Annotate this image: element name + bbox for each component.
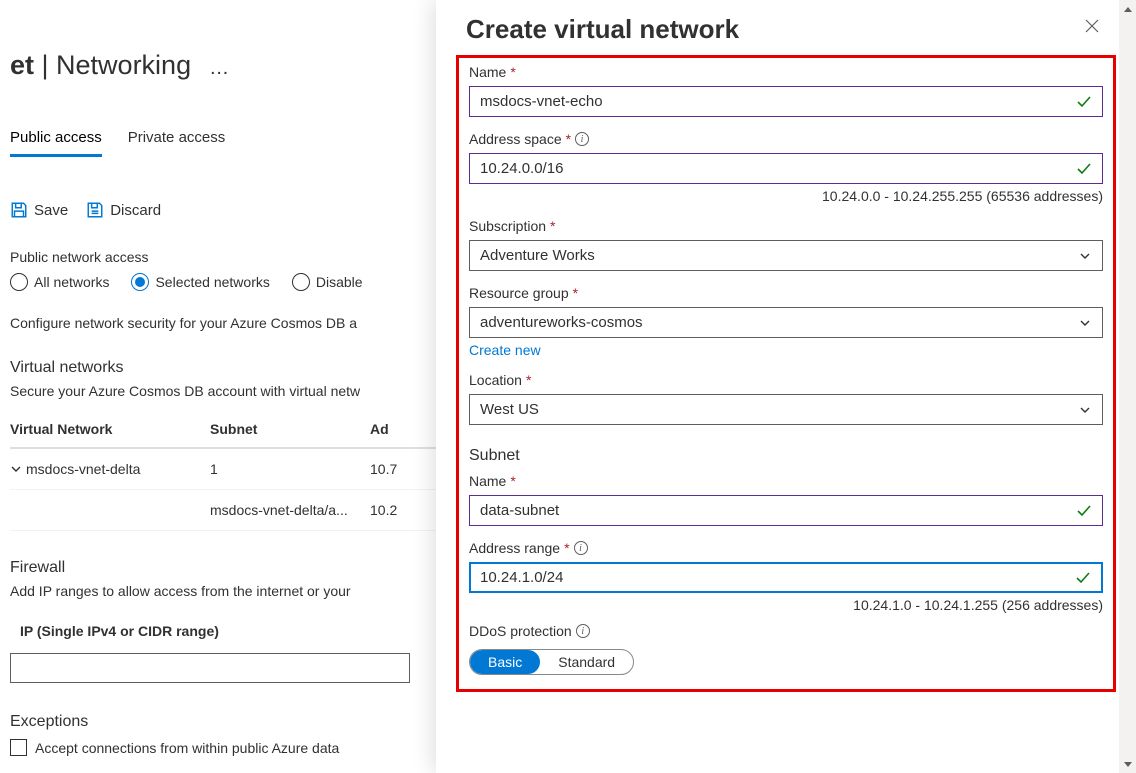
tab-public-access[interactable]: Public access <box>10 129 102 157</box>
discard-button[interactable]: Discard <box>86 201 161 219</box>
subnet-range-value: 10.24.1.0/24 <box>480 569 563 586</box>
checkbox-icon[interactable] <box>10 739 27 756</box>
col-subnet: Subnet <box>210 421 370 437</box>
location-value: West US <box>480 401 539 418</box>
subnet-name-value: data-subnet <box>480 502 559 519</box>
subscription-value: Adventure Works <box>480 247 595 264</box>
more-icon[interactable]: … <box>209 57 231 80</box>
subnet-name-input[interactable]: data-subnet <box>469 495 1103 526</box>
radio-all-networks[interactable]: All networks <box>10 273 109 291</box>
field-name: Name* msdocs-vnet-echo <box>469 64 1103 117</box>
field-ddos: DDoS protection i Basic Standard <box>469 623 1103 675</box>
subscription-select[interactable]: Adventure Works <box>469 240 1103 271</box>
radio-all-label: All networks <box>34 274 109 290</box>
chevron-down-icon <box>1078 317 1092 329</box>
discard-icon <box>86 201 104 219</box>
field-subnet-range: Address range* i 10.24.1.0/24 10.24.1.0 … <box>469 540 1103 613</box>
exception-label: Accept connections from within public Az… <box>35 740 339 756</box>
radio-icon <box>292 273 310 291</box>
address-space-value: 10.24.0.0/16 <box>480 160 563 177</box>
subscription-label: Subscription* <box>469 218 1103 234</box>
ddos-label: DDoS protection i <box>469 623 1103 639</box>
address-space-input[interactable]: 10.24.0.0/16 <box>469 153 1103 184</box>
name-value: msdocs-vnet-echo <box>480 93 603 110</box>
row-subnet: msdocs-vnet-delta/a... <box>210 502 370 518</box>
create-vnet-panel: Create virtual network Name* msdocs-vnet… <box>436 0 1136 773</box>
row-address: 10.2 <box>370 502 430 518</box>
subnet-range-label: Address range* i <box>469 540 1103 556</box>
panel-header: Create virtual network <box>436 0 1136 55</box>
scrollbar[interactable] <box>1119 0 1136 773</box>
row-vnet-name: msdocs-vnet-delta <box>26 461 140 477</box>
subnet-range-hint: 10.24.1.0 - 10.24.1.255 (256 addresses) <box>469 597 1103 613</box>
location-label: Location* <box>469 372 1103 388</box>
subnet-heading: Subnet <box>469 447 1103 465</box>
tab-private-access[interactable]: Private access <box>128 129 226 157</box>
ddos-toggle[interactable]: Basic Standard <box>469 649 634 675</box>
radio-icon-selected <box>131 273 149 291</box>
ddos-basic-option[interactable]: Basic <box>470 650 540 674</box>
save-icon <box>10 201 28 219</box>
check-icon <box>1076 95 1092 109</box>
col-address: Ad <box>370 421 430 437</box>
radio-disabled[interactable]: Disable <box>292 273 363 291</box>
field-subnet-name: Name* data-subnet <box>469 473 1103 526</box>
radio-icon <box>10 273 28 291</box>
save-button[interactable]: Save <box>10 201 68 219</box>
close-icon[interactable] <box>1078 14 1106 38</box>
save-label: Save <box>34 202 68 219</box>
radio-selected-networks[interactable]: Selected networks <box>131 273 269 291</box>
scroll-up-icon[interactable] <box>1119 0 1136 17</box>
subnet-range-input[interactable]: 10.24.1.0/24 <box>469 562 1103 593</box>
row-address: 10.7 <box>370 461 430 477</box>
ip-range-input[interactable] <box>10 653 410 683</box>
field-resource-group: Resource group* adventureworks-cosmos Cr… <box>469 285 1103 358</box>
address-space-label: Address space* i <box>469 131 1103 147</box>
address-space-hint: 10.24.0.0 - 10.24.255.255 (65536 address… <box>469 188 1103 204</box>
subnet-name-label: Name* <box>469 473 1103 489</box>
panel-title: Create virtual network <box>466 14 739 45</box>
name-label: Name* <box>469 64 1103 80</box>
resource-group-value: adventureworks-cosmos <box>480 314 643 331</box>
col-virtual-network: Virtual Network <box>10 421 210 437</box>
page-title-prefix: et <box>10 50 34 80</box>
resource-group-select[interactable]: adventureworks-cosmos <box>469 307 1103 338</box>
page-title-suffix: | Networking <box>34 50 191 80</box>
chevron-down-icon <box>1078 250 1092 262</box>
create-new-link[interactable]: Create new <box>469 342 541 358</box>
name-input[interactable]: msdocs-vnet-echo <box>469 86 1103 117</box>
radio-disabled-label: Disable <box>316 274 363 290</box>
resource-group-label: Resource group* <box>469 285 1103 301</box>
field-subscription: Subscription* Adventure Works <box>469 218 1103 271</box>
chevron-down-icon <box>1078 404 1092 416</box>
row-subnet: 1 <box>210 461 370 477</box>
scroll-down-icon[interactable] <box>1119 756 1136 773</box>
radio-selected-label: Selected networks <box>155 274 269 290</box>
info-icon[interactable]: i <box>575 132 589 146</box>
check-icon <box>1076 504 1092 518</box>
info-icon[interactable]: i <box>574 541 588 555</box>
ddos-standard-option[interactable]: Standard <box>540 650 633 674</box>
info-icon[interactable]: i <box>576 624 590 638</box>
check-icon <box>1076 162 1092 176</box>
field-address-space: Address space* i 10.24.0.0/16 10.24.0.0 … <box>469 131 1103 204</box>
field-location: Location* West US <box>469 372 1103 425</box>
discard-label: Discard <box>110 202 161 219</box>
check-icon <box>1075 571 1091 585</box>
page-title: et | Networking <box>10 50 191 81</box>
location-select[interactable]: West US <box>469 394 1103 425</box>
chevron-down-icon <box>10 463 22 475</box>
panel-body: Name* msdocs-vnet-echo Address space* i … <box>456 55 1116 692</box>
